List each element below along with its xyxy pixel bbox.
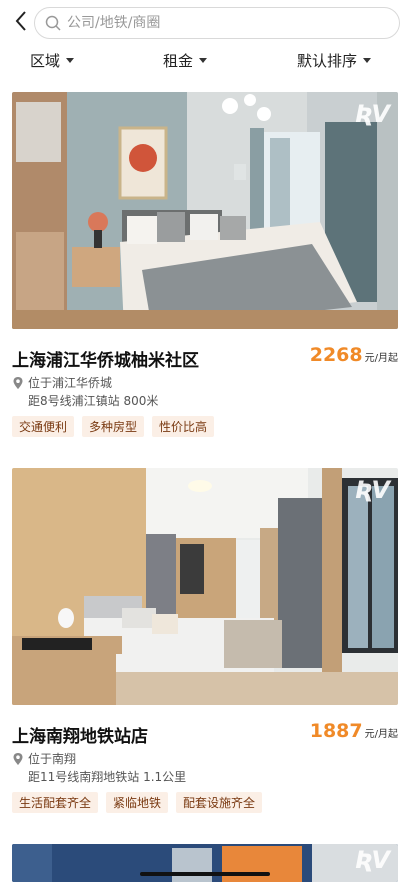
filter-label: 租金 — [163, 52, 194, 70]
price-value: 1887 — [309, 720, 363, 742]
price-unit: 元/月起 — [364, 353, 398, 364]
brand-watermark-icon: ƦV — [354, 846, 390, 874]
price-value: 2268 — [309, 344, 363, 366]
listing-card[interactable]: ƦV 上海浦江华侨城柚米社区 2268 元/月起 位于浦江华侨城 距8号线浦江镇… — [12, 92, 398, 442]
search-input[interactable] — [67, 15, 367, 31]
tag: 交通便利 — [12, 416, 75, 437]
location-pin-icon — [13, 376, 23, 389]
listing-tags: 生活配套齐全 紧临地铁 配套设施齐全 — [12, 792, 263, 813]
listing-card[interactable]: ƦV 上海南翔地铁站店 1887 元/月起 位于南翔 距11号线南翔地铁站 1.… — [12, 468, 398, 818]
listing-location: 位于浦江华侨城 — [12, 374, 112, 391]
filter-bar: 区域 租金 默认排序 — [0, 46, 410, 76]
bedroom-photo — [12, 92, 398, 329]
brand-watermark-icon: ƦV — [354, 100, 390, 128]
listing-price: 1887 元/月起 — [310, 720, 398, 742]
listing-title[interactable]: 上海浦江华侨城柚米社区 — [12, 346, 199, 371]
listing-location: 位于南翔 — [12, 750, 76, 767]
tag: 紧临地铁 — [106, 792, 169, 813]
top-bar — [0, 0, 410, 44]
tag: 生活配套齐全 — [12, 792, 99, 813]
listing-distance: 距11号线南翔地铁站 1.1公里 — [28, 770, 187, 784]
filter-rent[interactable]: 租金 — [163, 50, 208, 71]
filter-label: 默认排序 — [297, 52, 358, 70]
listing-photo[interactable]: ƦV — [12, 92, 398, 329]
tag: 性价比高 — [152, 416, 215, 437]
filter-sort[interactable]: 默认排序 — [297, 50, 372, 71]
tag: 配套设施齐全 — [176, 792, 263, 813]
caret-down-icon — [363, 58, 372, 63]
listing-card[interactable]: ƦV — [12, 844, 398, 882]
caret-down-icon — [199, 58, 208, 63]
listing-photo[interactable]: ƦV — [12, 468, 398, 705]
listing-tags: 交通便利 多种房型 性价比高 — [12, 416, 215, 437]
caret-down-icon — [66, 58, 75, 63]
back-button[interactable] — [8, 6, 34, 36]
listing-photo[interactable]: ƦV — [12, 844, 398, 882]
listing-title[interactable]: 上海南翔地铁站店 — [12, 722, 148, 747]
bedroom-photo — [12, 468, 398, 705]
location-text: 位于浦江华侨城 — [28, 376, 113, 390]
listing-distance: 距8号线浦江镇站 800米 — [28, 394, 159, 408]
listing-price: 2268 元/月起 — [310, 344, 398, 366]
home-indicator — [140, 872, 270, 876]
brand-watermark-icon: ƦV — [354, 476, 390, 504]
room-photo — [12, 844, 398, 882]
filter-district[interactable]: 区域 — [30, 50, 75, 71]
location-text: 位于南翔 — [28, 752, 77, 766]
tag: 多种房型 — [82, 416, 145, 437]
filter-label: 区域 — [30, 52, 61, 70]
chevron-left-icon — [15, 11, 26, 31]
search-box[interactable] — [34, 7, 400, 39]
search-icon — [45, 15, 61, 31]
price-unit: 元/月起 — [364, 729, 398, 740]
location-pin-icon — [13, 752, 23, 765]
